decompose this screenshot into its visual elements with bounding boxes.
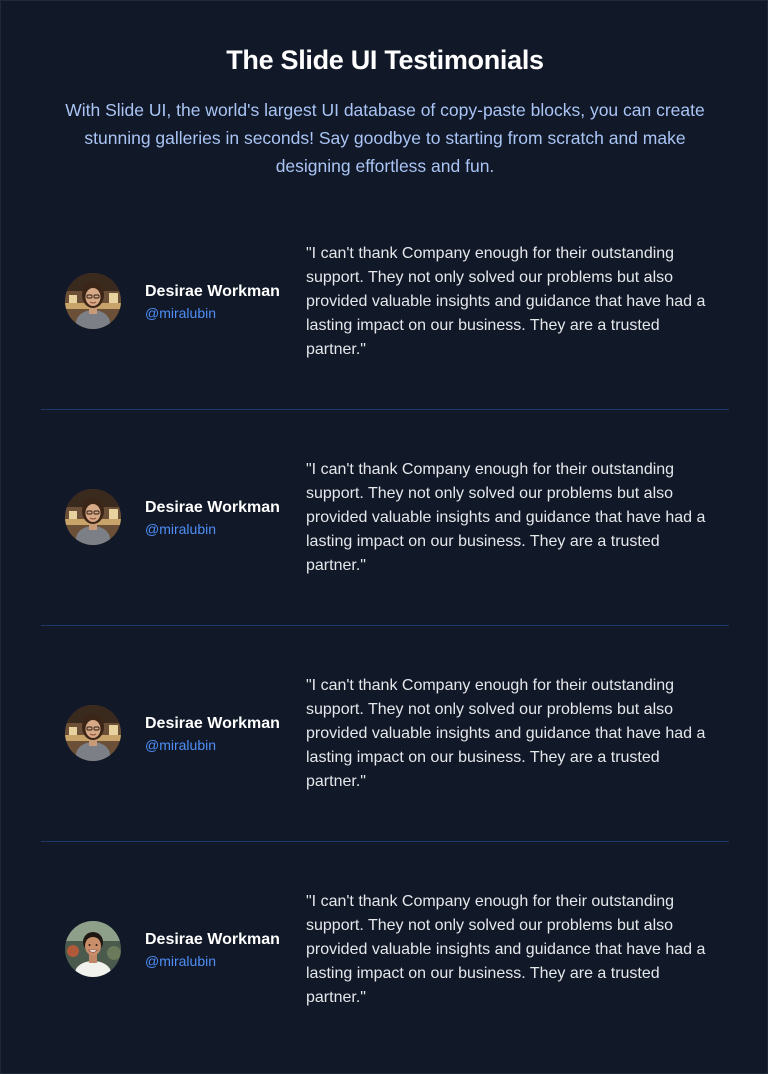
person-name: Desirae Workman [145,931,280,948]
testimonial-quote: "I can't thank Company enough for their … [306,893,706,1006]
page-subtitle: With Slide UI, the world's largest UI da… [65,100,705,176]
avatar [65,705,121,761]
person-name: Desirae Workman [145,715,280,732]
person-info: Desirae Workman @miralubin [145,714,280,754]
avatar [65,921,121,977]
avatar [65,273,121,329]
person-info: Desirae Workman @miralubin [145,282,280,322]
testimonial-quote: "I can't thank Company enough for their … [306,677,706,790]
testimonial-card: Desirae Workman @miralubin "I can't than… [41,841,729,1057]
person-handle: @miralubin [145,953,217,969]
testimonial-quote: "I can't thank Company enough for their … [306,245,706,358]
testimonial-card: Desirae Workman @miralubin "I can't than… [41,194,729,409]
page-title: The Slide UI Testimonials [226,45,544,75]
testimonial-list: Desirae Workman @miralubin "I can't than… [41,194,729,1057]
person-handle: @miralubin [145,737,217,753]
person-handle: @miralubin [145,305,217,321]
testimonials-page: The Slide UI Testimonials With Slide UI,… [0,0,768,1074]
testimonials-header: The Slide UI Testimonials With Slide UI,… [1,42,768,180]
person-name: Desirae Workman [145,283,280,300]
person-name: Desirae Workman [145,499,280,516]
person-handle: @miralubin [145,521,217,537]
avatar [65,489,121,545]
testimonial-card: Desirae Workman @miralubin "I can't than… [41,625,729,841]
testimonial-card: Desirae Workman @miralubin "I can't than… [41,409,729,625]
testimonial-quote: "I can't thank Company enough for their … [306,461,706,574]
person-info: Desirae Workman @miralubin [145,930,280,970]
person-info: Desirae Workman @miralubin [145,498,280,538]
